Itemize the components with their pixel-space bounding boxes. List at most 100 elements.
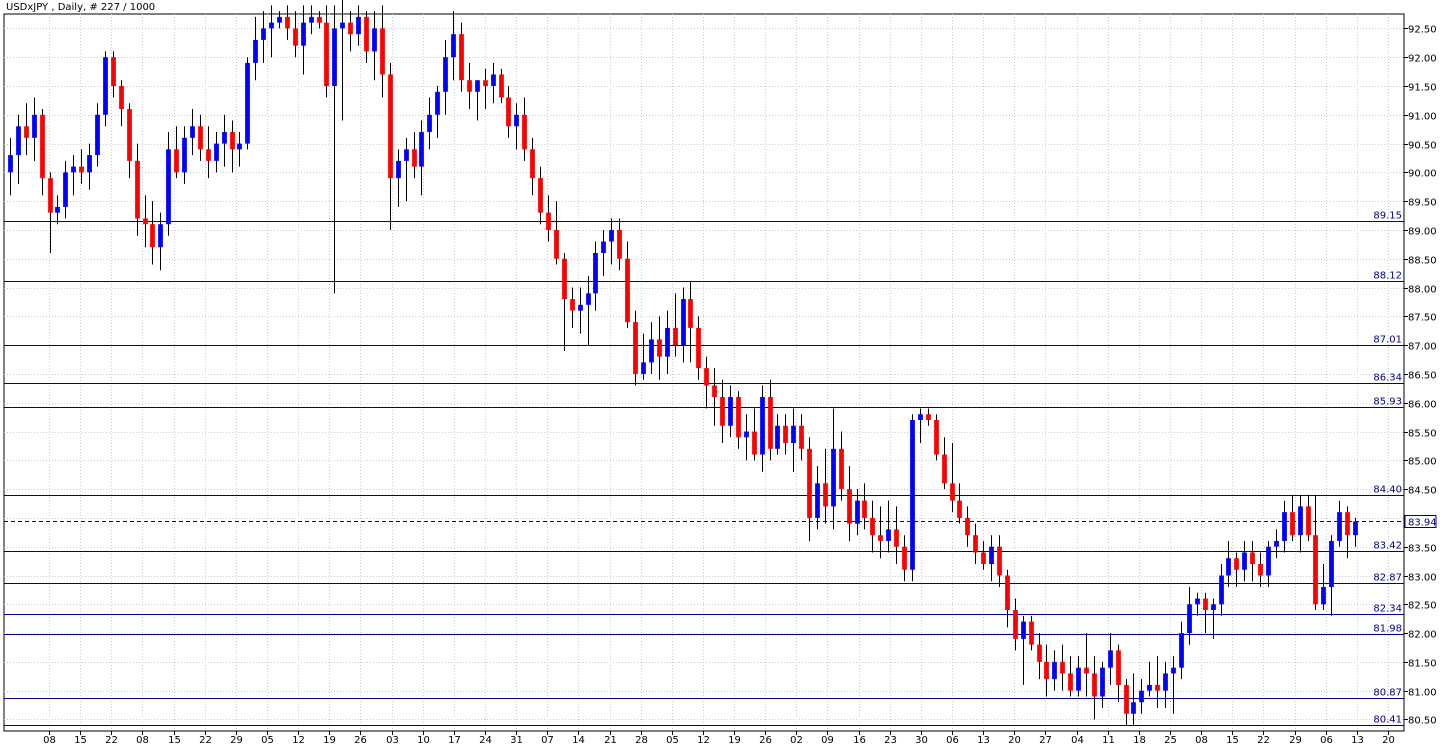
level-label: 82.87 [1373,573,1402,584]
y-tick-label: 87.50 [1408,313,1437,324]
candle-body [158,224,163,248]
candle-body [63,172,68,207]
candle-body [514,114,519,127]
candle-body [783,425,788,444]
candle-body [364,16,369,52]
level-label: 83.42 [1373,541,1402,552]
candle-body [1044,661,1049,680]
candle-body [1329,540,1334,588]
y-tick-label: 84.50 [1408,486,1437,497]
candle-body [950,483,955,501]
x-tick-label: 31 [510,735,523,745]
candle-body [285,16,290,29]
x-tick-label: 06 [946,735,959,745]
x-tick-label: 13 [977,735,990,745]
y-tick-label: 92.00 [1408,54,1437,65]
candle-body [973,535,978,553]
candle-body [1187,604,1192,634]
candle-body [997,546,1002,576]
candle-body [665,327,670,357]
candle-body [1171,667,1176,674]
candle-body [71,166,76,173]
candle-body [799,425,804,449]
candle-body [1290,512,1295,536]
candle-body [681,299,686,346]
level-label: 81.98 [1373,624,1402,635]
candle-body [451,34,456,58]
candle-body [475,80,480,92]
candle-body [957,500,962,518]
candle-body [182,137,187,173]
candle-body [609,229,614,242]
level-label: 88.12 [1373,271,1402,282]
y-axis: 92.50 92.00 91.50 91.00 90.50 90.00 89.50 89.00… [1404,25,1437,727]
x-tick-label: 05 [666,735,679,745]
candle-body [443,57,448,92]
x-tick-label: 26 [759,735,772,745]
candle-body [491,74,496,86]
x-tick-label: 02 [790,735,803,745]
candle-body [696,327,701,369]
candle-body [617,229,622,259]
candle-body [1179,633,1184,668]
candle-body [388,74,393,179]
x-tick-label: 19 [728,735,741,745]
candle-body [862,500,867,518]
y-tick-label: 92.50 [1408,25,1437,36]
x-tick-label: 20 [1008,735,1021,745]
candle-body [641,362,646,374]
y-tick-label: 90.50 [1408,141,1437,152]
y-tick-label: 82.50 [1408,601,1437,612]
y-tick-label: 81.50 [1408,659,1437,670]
candle-body [206,149,211,161]
x-tick-label: 10 [417,735,430,745]
candle-body [768,396,773,449]
candle-body [815,483,820,518]
candle-body [1076,667,1081,691]
candle-body [1147,684,1152,691]
y-tick-label: 85.50 [1408,429,1437,440]
candle-body [562,258,567,300]
candle-body [728,396,733,426]
candle-body [1274,540,1279,547]
candle-body [570,299,575,311]
x-tick-label: 05 [261,735,274,745]
x-tick-label: 18 [1133,735,1146,745]
candle-body [578,304,583,311]
candle-body [1337,512,1342,541]
candle-body [309,16,314,23]
candle-body [791,425,796,444]
candle-body [269,22,274,29]
candle-body [214,143,219,161]
candle-body [277,16,282,23]
candle-body [348,22,353,35]
x-tick-label: 09 [821,735,834,745]
candle-body [16,126,21,156]
x-tick-label: 21 [604,735,617,745]
candle-body [499,74,504,98]
candle-body [198,126,203,150]
candle-body [174,149,179,173]
candle-body [143,218,148,225]
candle-body [910,420,915,570]
candle-body [380,28,385,75]
x-tick-label: 16 [853,735,866,745]
candle-body [317,16,322,23]
candle-body [752,431,757,455]
candle-body [712,385,717,397]
x-tick-label: 08 [136,735,149,745]
x-tick-label: 08 [43,735,56,745]
candle-body [1250,552,1255,564]
candle-body [1234,558,1239,570]
candle-body [807,448,812,518]
candle-body [1353,521,1358,536]
candle-body [981,552,986,564]
x-tick-label: 04 [1071,735,1084,745]
candle-body [1131,702,1136,714]
candle-body [926,414,931,421]
y-tick-label: 85.00 [1408,457,1437,468]
y-tick-label: 88.00 [1408,285,1437,296]
candle-body [546,212,551,230]
candle-body [372,28,377,52]
x-tick-label: 15 [74,735,87,745]
